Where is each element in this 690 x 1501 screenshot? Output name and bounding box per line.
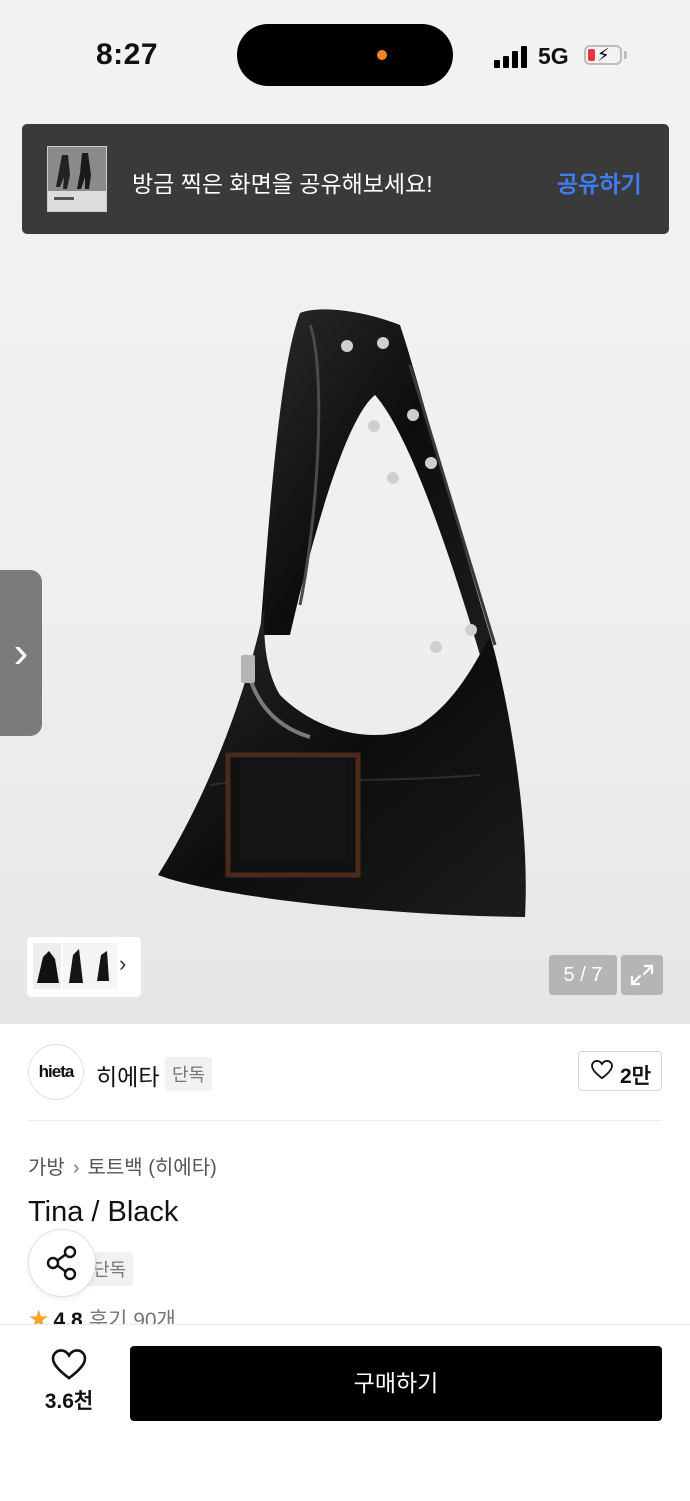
- divider: [28, 1120, 662, 1121]
- chevron-right-icon[interactable]: ›: [119, 951, 126, 977]
- brand-logo[interactable]: hieta: [28, 1044, 84, 1100]
- rating-row[interactable]: ★ 4.8 후기 90개: [28, 1304, 176, 1326]
- side-drawer-handle[interactable]: ›: [0, 570, 42, 736]
- thumbnail-2[interactable]: [63, 943, 91, 989]
- camera-indicator-icon: [377, 50, 387, 60]
- breadcrumb-item[interactable]: 가방: [28, 1157, 65, 1179]
- share-floating-button[interactable]: [28, 1229, 96, 1297]
- brand-name[interactable]: 히에타: [96, 1058, 159, 1092]
- product-gallery[interactable]: 방금 찍은 화면을 공유해보세요! 공유하기 › › 5 / 7: [0, 110, 690, 1024]
- battery-tip: [624, 51, 627, 59]
- share-icon: [46, 1245, 77, 1281]
- product-title: Tina / Black: [28, 1196, 179, 1228]
- status-time: 8:27: [96, 38, 159, 71]
- expand-icon: [630, 964, 654, 986]
- breadcrumb-item[interactable]: 토트백 (히에타): [87, 1157, 216, 1179]
- exclusive-badge: 단독: [165, 1057, 213, 1091]
- screenshot-thumbnail[interactable]: [47, 146, 107, 212]
- share-button[interactable]: 공유하기: [557, 165, 642, 199]
- wishlist-button[interactable]: 3.6천: [42, 1349, 96, 1415]
- thumbnail-3[interactable]: [89, 943, 117, 989]
- share-banner: 방금 찍은 화면을 공유해보세요! 공유하기: [22, 124, 669, 234]
- brand-like-button[interactable]: 2만: [578, 1051, 662, 1091]
- brand-like-count: 2만: [620, 1065, 651, 1088]
- product-image: [158, 309, 526, 917]
- image-counter: 5 / 7: [549, 955, 617, 995]
- wishlist-count: 3.6천: [44, 1390, 94, 1413]
- signal-icon: [494, 44, 530, 68]
- dynamic-island: [237, 24, 453, 86]
- chevron-right-icon: ›: [13, 628, 29, 677]
- expand-button[interactable]: [621, 955, 663, 995]
- buy-button[interactable]: 구매하기: [130, 1346, 662, 1421]
- thumbnail-strip[interactable]: ›: [27, 937, 141, 997]
- battery-icon: ⚡: [584, 45, 622, 65]
- star-icon: ★: [28, 1306, 50, 1326]
- bottom-action-bar: 3.6천 구매하기: [0, 1324, 690, 1501]
- status-bar: 8:27 5G ⚡: [0, 0, 690, 110]
- network-label: 5G: [538, 43, 569, 69]
- breadcrumb: 가방 › 토트백 (히에타): [28, 1151, 217, 1180]
- heart-icon: [51, 1349, 87, 1380]
- thumbnail-1[interactable]: [33, 943, 61, 989]
- chevron-right-icon: ›: [72, 1157, 80, 1179]
- heart-icon: [591, 1060, 613, 1080]
- share-banner-text: 방금 찍은 화면을 공유해보세요!: [132, 171, 433, 197]
